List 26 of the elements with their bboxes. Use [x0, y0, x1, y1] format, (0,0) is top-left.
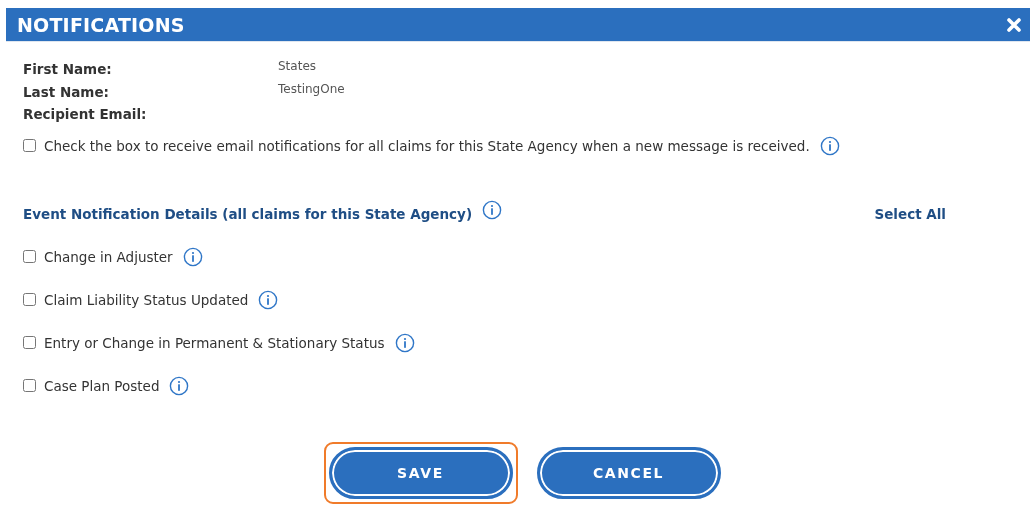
checkbox[interactable] — [23, 336, 36, 349]
info-icon[interactable] — [182, 246, 203, 267]
info-icon[interactable] — [394, 332, 415, 353]
section-title: Event Notification Details (all claims for this State Agency) — [23, 205, 473, 222]
field-label: Last Name: — [23, 82, 110, 101]
info-icon[interactable] — [482, 199, 503, 220]
checkbox[interactable] — [23, 379, 36, 392]
checkbox[interactable] — [23, 139, 36, 152]
info-icon[interactable] — [819, 135, 840, 156]
close-icon[interactable] — [1006, 16, 1022, 33]
action-button[interactable]: SAVE — [323, 441, 518, 504]
checkbox-label: Case Plan Posted — [44, 377, 160, 394]
info-icon[interactable] — [169, 375, 190, 396]
checkbox-label: Claim Liability Status Updated — [44, 291, 249, 308]
checkbox-label: Check the box to receive email notifications for all claims for this State Agency when a new message is received. — [44, 137, 810, 154]
select-all-link[interactable]: Select All — [874, 205, 946, 222]
checkbox[interactable] — [23, 250, 36, 263]
field-label: Recipient Email: — [23, 105, 148, 124]
checkbox-label: Entry or Change in Permanent & Stationary Status — [44, 334, 385, 351]
checkbox-label: Change in Adjuster — [44, 248, 173, 265]
window-title: NOTIFICATIONS — [17, 13, 185, 36]
info-icon[interactable] — [258, 289, 279, 310]
field-label: First Name: — [23, 60, 113, 79]
field-value: TestingOne — [278, 80, 346, 98]
checkbox[interactable] — [23, 293, 36, 306]
field-value: States — [278, 58, 317, 75]
